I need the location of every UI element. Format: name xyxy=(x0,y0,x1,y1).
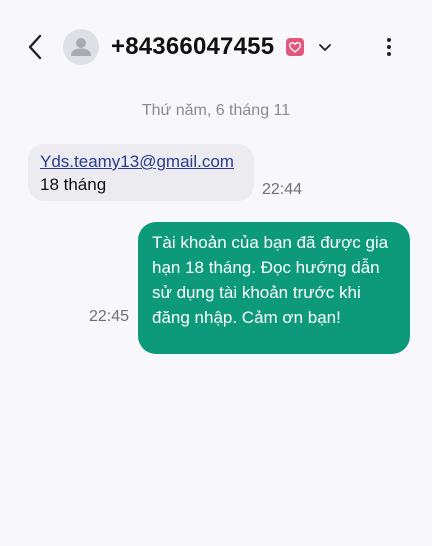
outgoing-message-bubble[interactable]: Tài khoản của bạn đã được gia hạn 18 thá… xyxy=(138,222,410,354)
chevron-down-icon xyxy=(319,43,331,51)
incoming-message-bubble[interactable]: Yds.teamy13@gmail.com 18 tháng xyxy=(28,144,254,201)
person-icon xyxy=(71,38,91,56)
more-options-button[interactable] xyxy=(378,33,400,61)
avatar[interactable] xyxy=(63,29,99,65)
outgoing-message-time: 22:45 xyxy=(89,308,130,325)
contact-number[interactable]: +84366047455 xyxy=(111,31,274,63)
date-separator: Thứ năm, 6 tháng 11 xyxy=(141,102,291,119)
back-button[interactable] xyxy=(20,30,50,64)
outgoing-message-text: Tài khoản của bạn đã được gia hạn 18 thá… xyxy=(152,233,389,327)
incoming-message-time: 22:44 xyxy=(262,181,303,198)
heart-icon xyxy=(286,38,304,56)
expand-contact-button[interactable] xyxy=(314,36,336,58)
conversation-header: +84366047455 xyxy=(0,0,432,92)
email-link[interactable]: Yds.teamy13@gmail.com xyxy=(40,150,242,173)
incoming-message-text: 18 tháng xyxy=(40,175,107,194)
chevron-left-icon xyxy=(28,34,42,60)
more-vertical-icon xyxy=(387,38,391,56)
